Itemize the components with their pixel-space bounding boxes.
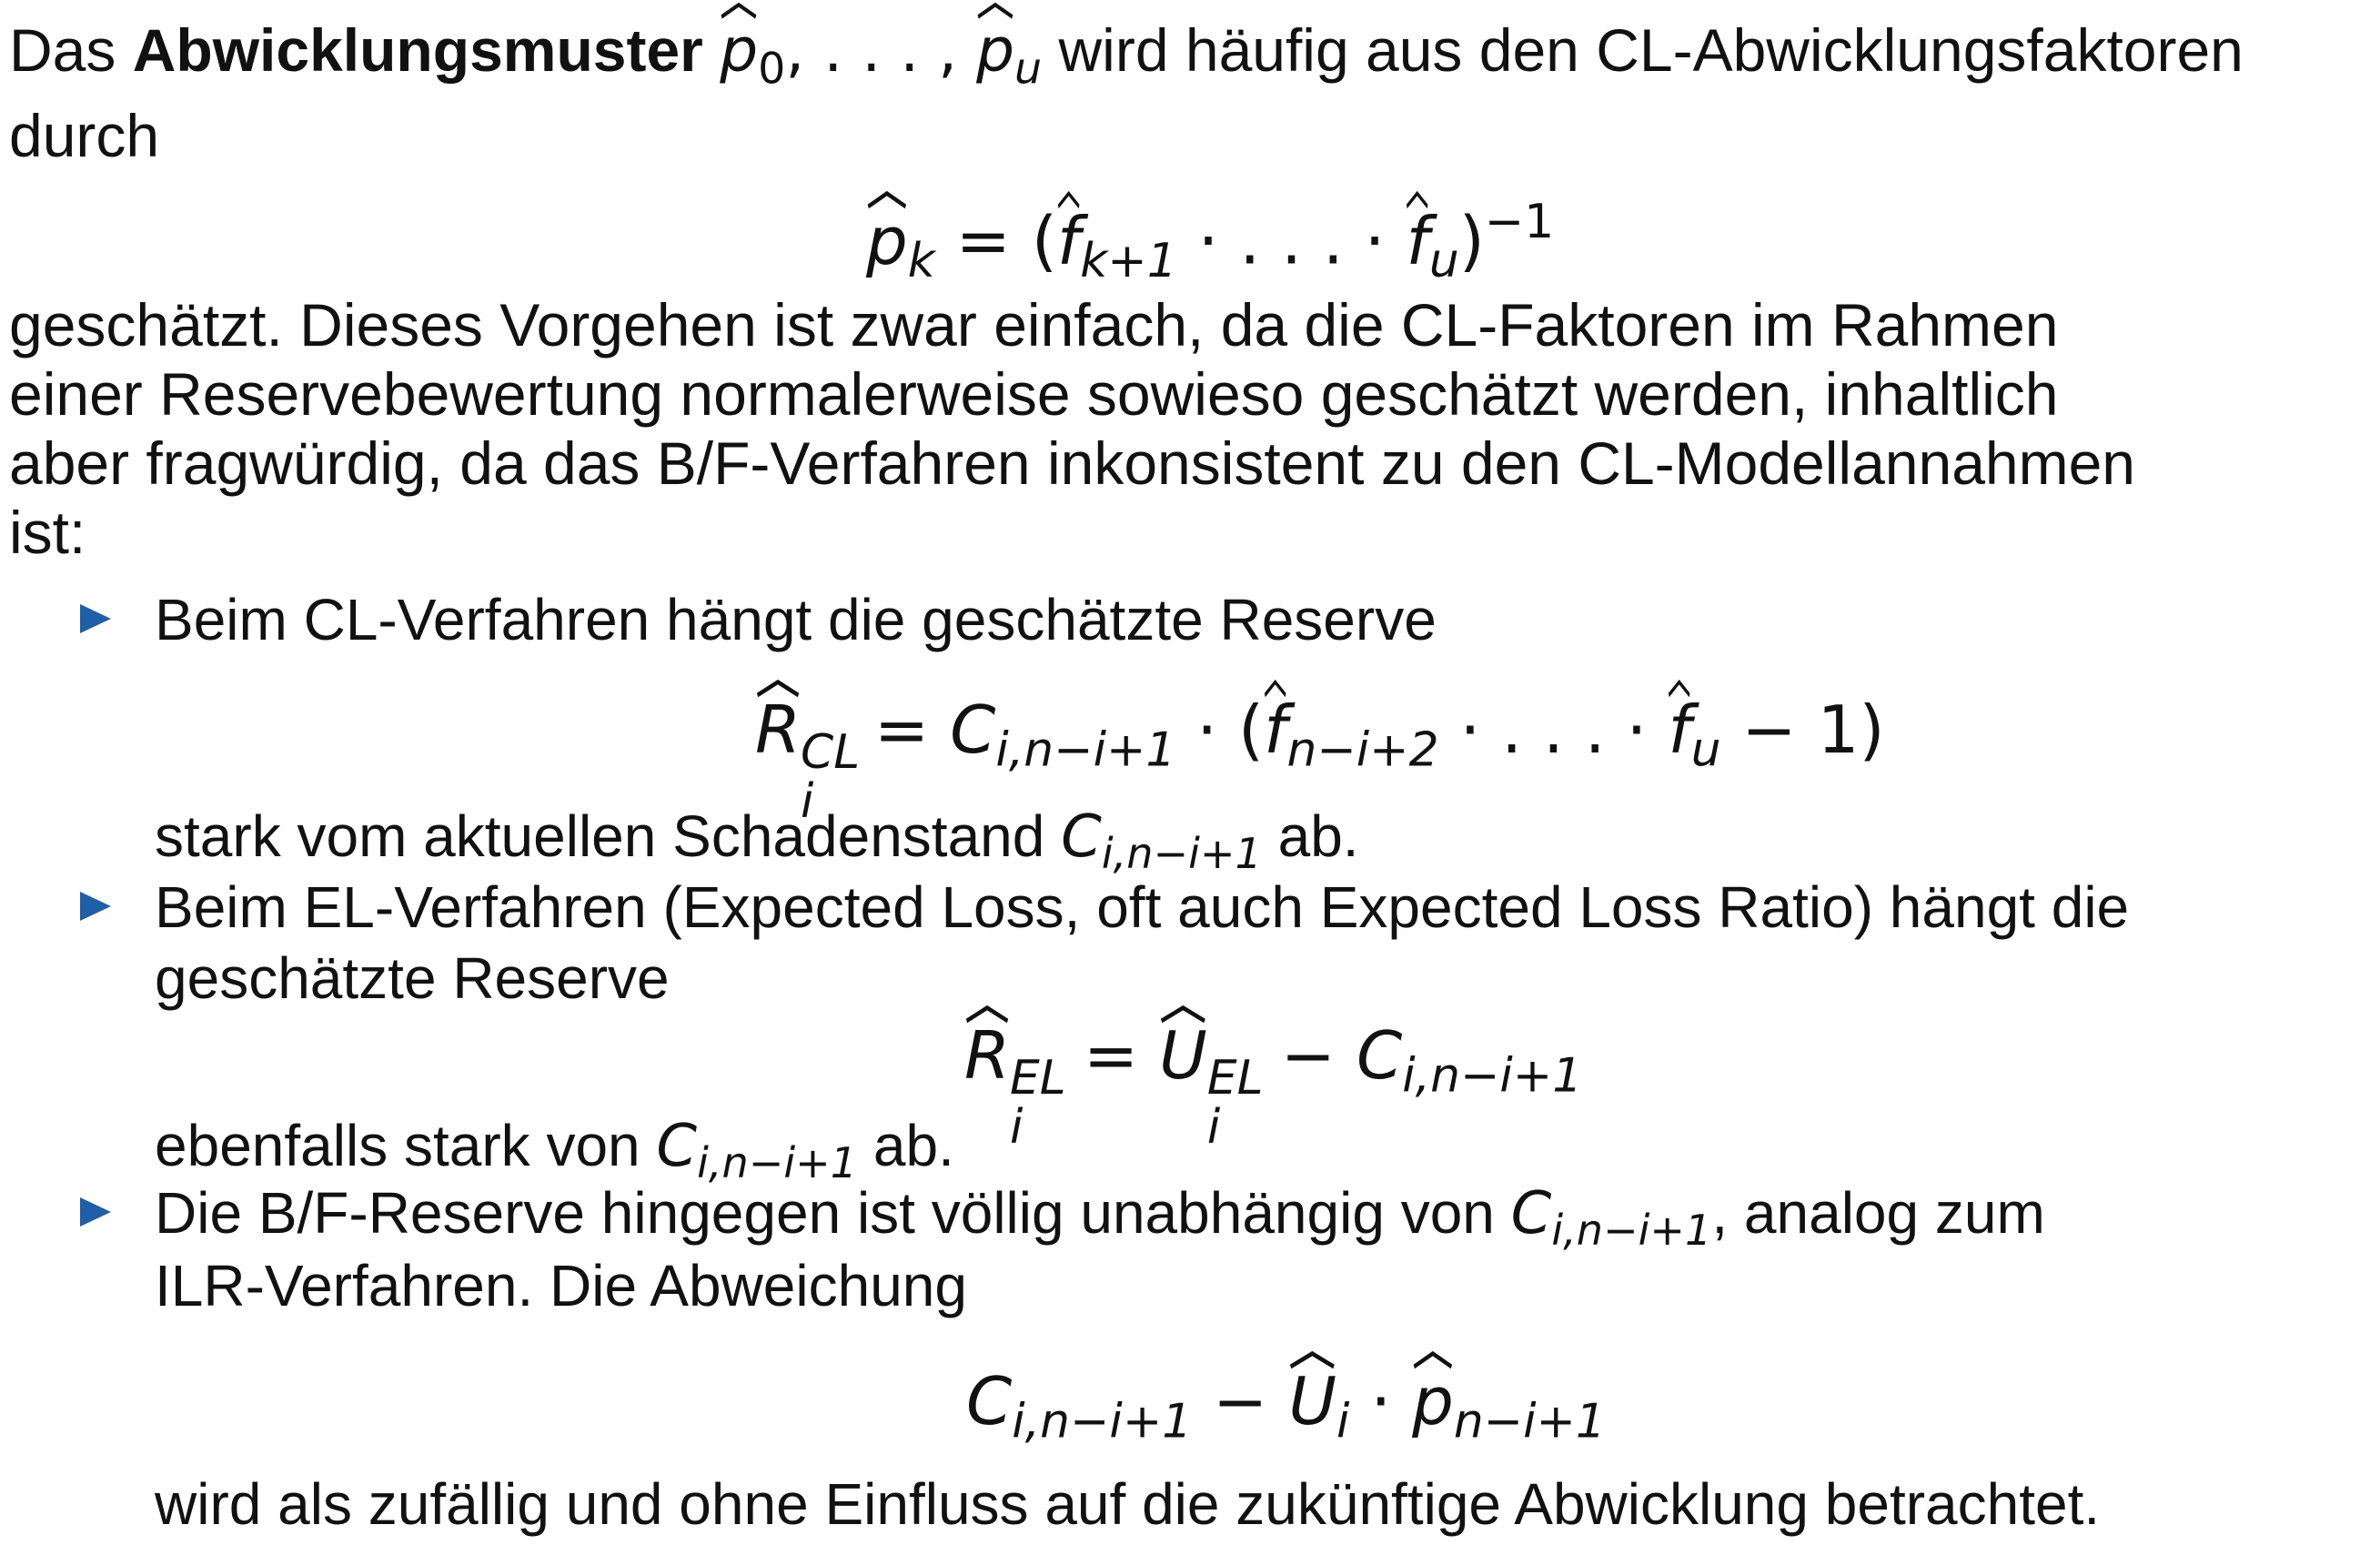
para2-line-3: aber fragwürdig, da das B/F-Verfahren in… <box>9 429 2136 497</box>
formula-pattern: pk = (f k+1 · . . . · f u)−1 <box>866 190 1555 288</box>
formula-el-reserve: R EL i = U EL i − Ci,n−i+1 <box>964 1005 1582 1155</box>
bullet-marker-icon <box>80 1197 111 1227</box>
hat-accent: p <box>720 3 758 86</box>
formula-cl-reserve: R CL i = Ci,n−i+1 · (f n−i+2 · . . . · fu −… <box>755 680 1885 829</box>
formula-deviation: Ci,n−i+1 − Ui · p n−i+1 <box>966 1351 1606 1459</box>
bullet-3-after: wird als zufällig und ohne Einfluss auf … <box>155 1471 2101 1537</box>
intro-line-1: Das Abwicklungsmuster p 0, . . . , pu wir… <box>9 3 2244 105</box>
intro-line-2: durch <box>9 102 160 169</box>
bullet-marker-icon <box>80 892 111 921</box>
slide: Das Abwicklungsmuster p 0, . . . , pu wir… <box>0 0 2380 1545</box>
bullet-2-line-1: Beim EL-Verfahren (Expected Loss, oft au… <box>155 874 2130 940</box>
bullet-2-line-2: geschätzte Reserve <box>155 945 670 1011</box>
bullet-1-text: Beim CL-Verfahren hängt die geschätzte R… <box>155 587 1437 652</box>
intro-text: Das <box>9 16 133 84</box>
para2-line-4: ist: <box>9 499 86 566</box>
para2-line-2: einer Reservebewertung normalerweise sow… <box>9 360 2059 428</box>
intro-text-2: wird häufig aus den CL-Abwicklungsfaktor… <box>1042 16 2244 84</box>
pattern-math: p 0, . . . , pu <box>720 3 1042 94</box>
para2-line-1: geschätzt. Dieses Vorgehen ist zwar einf… <box>9 291 2059 358</box>
bullet-3-line-2: ILR-Verfahren. Die Abweichung <box>155 1253 967 1318</box>
hat-accent: p <box>976 3 1014 86</box>
bold-term: Abwicklungsmuster <box>132 16 703 84</box>
bullet-marker-icon <box>80 604 111 633</box>
